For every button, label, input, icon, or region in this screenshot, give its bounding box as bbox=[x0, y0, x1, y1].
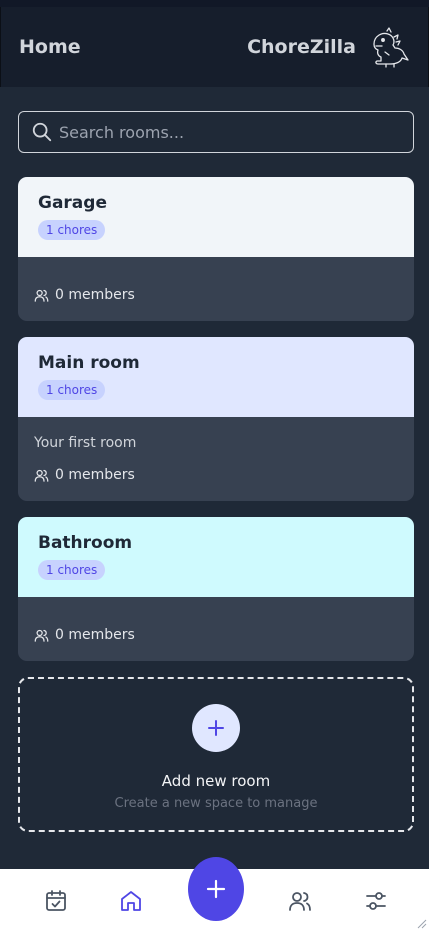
chores-badge: 1 chores bbox=[38, 220, 106, 240]
room-card-header: Bathroom 1 chores bbox=[18, 517, 414, 597]
add-room-button[interactable]: Add new room Create a new space to manag… bbox=[18, 677, 414, 832]
room-card-header: Main room 1 chores bbox=[18, 337, 414, 417]
members-count: 0 members bbox=[55, 627, 135, 643]
room-name: Garage bbox=[38, 193, 107, 213]
nav-calendar[interactable] bbox=[43, 888, 69, 914]
add-fab-button[interactable] bbox=[188, 857, 244, 921]
room-card[interactable]: Main room 1 chores Your first room 0 mem… bbox=[18, 337, 414, 501]
plus-icon bbox=[192, 704, 240, 752]
dinosaur-icon bbox=[373, 27, 409, 68]
window-top-bar bbox=[0, 0, 429, 7]
room-members: 0 members bbox=[34, 467, 135, 483]
members-count: 0 members bbox=[55, 287, 135, 303]
users-icon bbox=[289, 892, 311, 911]
users-icon bbox=[34, 469, 49, 482]
brand: ChoreZilla bbox=[247, 26, 410, 68]
room-card-body: Your first room 0 members bbox=[18, 417, 414, 501]
room-description: Your first room bbox=[34, 435, 137, 451]
room-members: 0 members bbox=[34, 287, 135, 303]
users-icon bbox=[34, 629, 49, 642]
users-icon bbox=[34, 289, 49, 302]
calendar-check-icon bbox=[46, 890, 66, 911]
room-card[interactable]: Garage 1 chores 0 members bbox=[18, 177, 414, 321]
room-card-header: Garage 1 chores bbox=[18, 177, 414, 257]
nav-members[interactable] bbox=[287, 888, 313, 914]
plus-icon bbox=[206, 879, 226, 899]
members-count: 0 members bbox=[55, 467, 135, 483]
add-room-label: Add new room bbox=[161, 772, 271, 790]
app-header: Home ChoreZilla bbox=[0, 7, 429, 87]
search-field[interactable] bbox=[18, 111, 414, 153]
resize-handle-icon[interactable] bbox=[415, 917, 427, 929]
room-members: 0 members bbox=[34, 627, 135, 643]
settings-sliders-icon bbox=[366, 892, 386, 910]
page-title: Home bbox=[19, 36, 81, 58]
nav-home[interactable] bbox=[118, 888, 144, 914]
add-room-sublabel: Create a new space to manage bbox=[114, 796, 318, 811]
room-card[interactable]: Bathroom 1 chores 0 members bbox=[18, 517, 414, 661]
nav-settings[interactable] bbox=[363, 888, 389, 914]
search-icon bbox=[32, 122, 52, 142]
search-input[interactable] bbox=[59, 122, 399, 142]
chores-badge: 1 chores bbox=[38, 560, 106, 580]
room-name: Bathroom bbox=[38, 533, 133, 553]
room-name: Main room bbox=[38, 353, 140, 373]
room-card-body: 0 members bbox=[18, 257, 414, 321]
chores-badge: 1 chores bbox=[38, 380, 106, 400]
home-icon bbox=[121, 891, 141, 911]
brand-name: ChoreZilla bbox=[247, 36, 356, 58]
room-card-body: 0 members bbox=[18, 597, 414, 661]
